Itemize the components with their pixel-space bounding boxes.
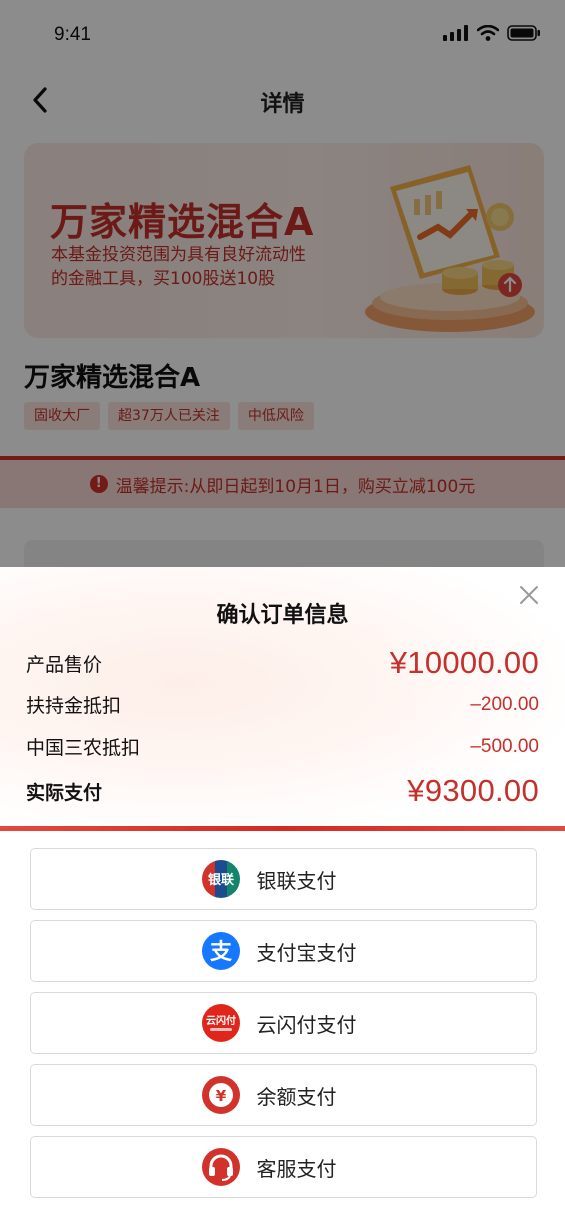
order-row-total: 实际支付 ¥9300.00 bbox=[26, 773, 539, 809]
headset-icon bbox=[201, 1148, 240, 1186]
payment-label: 余额支付 bbox=[256, 1084, 337, 1109]
order-row-label: 实际支付 bbox=[26, 781, 103, 804]
svg-text:云闪付: 云闪付 bbox=[206, 1014, 236, 1027]
order-confirm-sheet: 确认订单信息 产品售价 ¥10000.00 扶持金抵扣 –200.00 中国三农… bbox=[0, 567, 565, 1219]
payment-label: 银联支付 bbox=[256, 868, 337, 893]
sheet-title: 确认订单信息 bbox=[216, 603, 349, 628]
pay-balance-button[interactable]: ¥ 余额支付 bbox=[30, 1064, 537, 1126]
order-row-value: –200.00 bbox=[470, 693, 539, 715]
order-row-subsidy: 扶持金抵扣 –200.00 bbox=[26, 691, 539, 718]
pay-alipay-button[interactable]: 支 支付宝支付 bbox=[30, 920, 537, 982]
svg-text:银联: 银联 bbox=[207, 872, 233, 888]
order-row-price: 产品售价 ¥10000.00 bbox=[26, 645, 539, 681]
order-row-value: ¥10000.00 bbox=[389, 645, 539, 680]
modal-overlay[interactable] bbox=[0, 0, 565, 568]
alipay-icon: 支 bbox=[201, 932, 240, 970]
payment-label: 支付宝支付 bbox=[256, 940, 357, 965]
payment-method-list: 银联 银联支付 支 支付宝支付 云闪付 云闪付支付 ¥ 余额支付 客服支付 bbox=[30, 848, 537, 1208]
order-summary: 确认订单信息 产品售价 ¥10000.00 扶持金抵扣 –200.00 中国三农… bbox=[0, 567, 565, 827]
pay-customer-service-button[interactable]: 客服支付 bbox=[30, 1136, 537, 1198]
divider bbox=[0, 826, 565, 831]
order-row-value: –500.00 bbox=[470, 735, 539, 757]
payment-label: 云闪付支付 bbox=[256, 1012, 357, 1037]
order-row-label: 扶持金抵扣 bbox=[26, 695, 122, 717]
pay-quickpass-button[interactable]: 云闪付 云闪付支付 bbox=[30, 992, 537, 1054]
payment-label: 客服支付 bbox=[256, 1156, 337, 1181]
pay-unionpay-button[interactable]: 银联 银联支付 bbox=[30, 848, 537, 910]
phone-screen: 9:41 详情 万家精选混合A 本基金投资范围为具有良好流动性的金融工具，买10… bbox=[0, 0, 565, 1219]
balance-icon: ¥ bbox=[201, 1076, 240, 1114]
order-row-value: ¥9300.00 bbox=[407, 773, 539, 808]
svg-text:¥: ¥ bbox=[215, 1087, 226, 1105]
quickpass-icon: 云闪付 bbox=[201, 1004, 240, 1042]
order-row-label: 中国三农抵扣 bbox=[26, 737, 141, 759]
unionpay-icon: 银联 bbox=[201, 860, 240, 898]
svg-text:支: 支 bbox=[209, 940, 232, 965]
order-row-label: 产品售价 bbox=[26, 653, 103, 676]
order-row-agri-discount: 中国三农抵扣 –500.00 bbox=[26, 733, 539, 760]
